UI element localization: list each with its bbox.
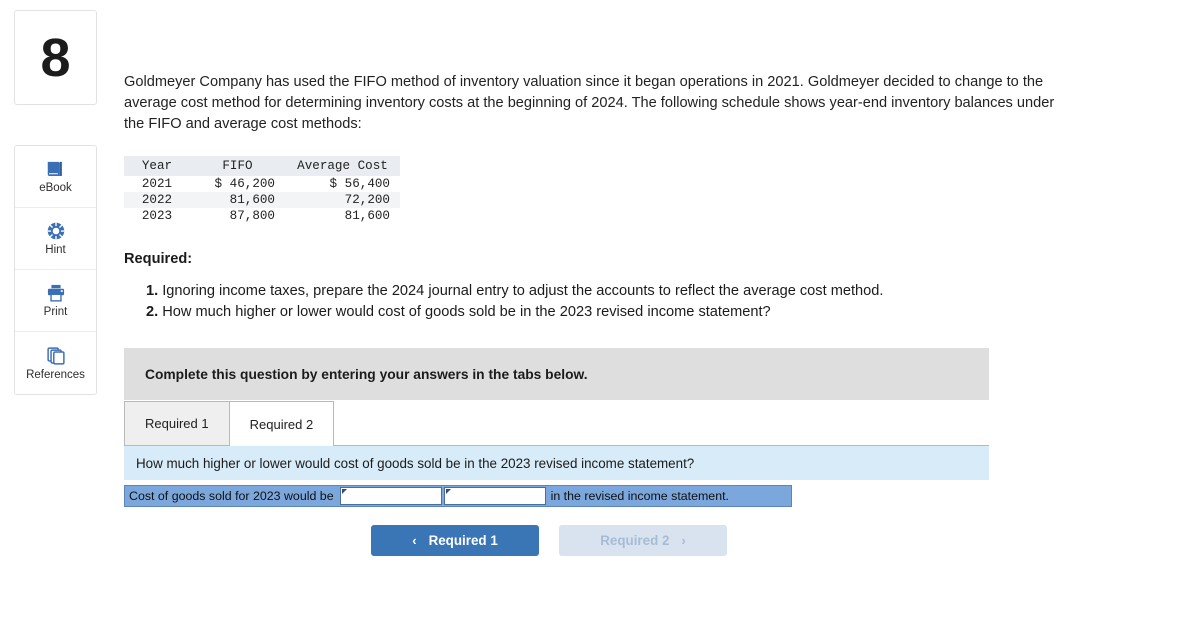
answer-tail-label: in the revised income statement. bbox=[550, 489, 729, 503]
tab-required-1[interactable]: Required 1 bbox=[124, 401, 230, 445]
column-header-fifo: FIFO bbox=[190, 156, 285, 176]
print-button[interactable]: Print bbox=[15, 270, 96, 332]
requirement-text: Ignoring income taxes, prepare the 2024 … bbox=[162, 283, 884, 299]
question-intro: Goldmeyer Company has used the FIFO meth… bbox=[124, 74, 1055, 132]
answer-amount-input[interactable] bbox=[339, 487, 442, 505]
chevron-left-icon: ‹ bbox=[412, 533, 417, 548]
main-content: Goldmeyer Company has used the FIFO meth… bbox=[124, 0, 1184, 556]
answer-widget: Complete this question by entering your … bbox=[124, 348, 989, 556]
life-ring-icon bbox=[45, 220, 67, 242]
chevron-right-icon: › bbox=[681, 533, 686, 548]
cell-average-cost: 72,200 bbox=[285, 192, 400, 208]
cell-average-cost: $ 56,400 bbox=[329, 177, 390, 191]
cell-fifo: 87,800 bbox=[229, 209, 275, 223]
prev-button-label: Required 1 bbox=[428, 533, 498, 548]
printer-icon bbox=[45, 282, 67, 304]
complete-banner: Complete this question by entering your … bbox=[124, 348, 989, 400]
requirement-text: How much higher or lower would cost of g… bbox=[162, 304, 771, 320]
cell-year: 2021 bbox=[141, 177, 173, 191]
tool-card: eBook Hint Print References bbox=[14, 145, 97, 395]
cell-year: 2022 bbox=[124, 192, 190, 208]
print-label: Print bbox=[43, 306, 68, 319]
table-row: 2023 87,800 81,600 bbox=[124, 208, 400, 224]
tab-strip: Required 1 Required 2 bbox=[124, 400, 989, 446]
column-header-year: Year bbox=[124, 156, 190, 176]
copy-pages-icon bbox=[45, 345, 67, 367]
requirement-number: 2. bbox=[146, 304, 159, 320]
tool-rail: 8 eBook Hint Print References bbox=[14, 10, 97, 395]
prev-required-1-button[interactable]: ‹ Required 1 bbox=[371, 525, 539, 556]
requirement-item: 1. Ignoring income taxes, prepare the 20… bbox=[146, 281, 1184, 301]
cell-fifo: 81,600 bbox=[190, 192, 285, 208]
answer-direction-select[interactable] bbox=[443, 487, 546, 505]
ebook-button[interactable]: eBook bbox=[15, 146, 96, 208]
references-button[interactable]: References bbox=[15, 332, 96, 394]
cell-average-cost: 81,600 bbox=[344, 209, 390, 223]
table-row: 2021 $ 46,200 $ 56,400 bbox=[124, 176, 400, 192]
hint-label: Hint bbox=[45, 244, 66, 257]
hint-button[interactable]: Hint bbox=[15, 208, 96, 270]
question-number-card: 8 bbox=[14, 10, 97, 105]
required-heading: Required: bbox=[124, 251, 193, 267]
answer-row: Cost of goods sold for 2023 would be in … bbox=[124, 485, 792, 507]
requirements-list: 1. Ignoring income taxes, prepare the 20… bbox=[124, 281, 1184, 322]
tab-required-2[interactable]: Required 2 bbox=[228, 401, 335, 446]
next-button-label: Required 2 bbox=[600, 533, 670, 548]
tab-question-text: How much higher or lower would cost of g… bbox=[124, 446, 989, 480]
inventory-table: Year FIFO Average Cost 2021 $ 46,200 $ 5… bbox=[124, 156, 400, 224]
requirement-number: 1. bbox=[146, 283, 159, 299]
cell-year: 2023 bbox=[141, 209, 173, 223]
table-header-row: Year FIFO Average Cost bbox=[124, 156, 400, 176]
column-header-average-cost: Average Cost bbox=[285, 156, 400, 176]
next-required-2-button[interactable]: Required 2 › bbox=[559, 525, 727, 556]
book-icon bbox=[45, 158, 67, 180]
ebook-label: eBook bbox=[39, 182, 72, 195]
question-number: 8 bbox=[40, 27, 71, 88]
question-page: 8 eBook Hint Print References Goldmeyer … bbox=[0, 0, 1200, 641]
nav-button-row: ‹ Required 1 Required 2 › bbox=[124, 525, 989, 556]
answer-label: Cost of goods sold for 2023 would be bbox=[129, 489, 334, 503]
references-label: References bbox=[26, 368, 85, 381]
table-row: 2022 81,600 72,200 bbox=[124, 192, 400, 208]
cell-fifo: $ 46,200 bbox=[214, 177, 275, 191]
requirement-item: 2. How much higher or lower would cost o… bbox=[146, 302, 1184, 322]
